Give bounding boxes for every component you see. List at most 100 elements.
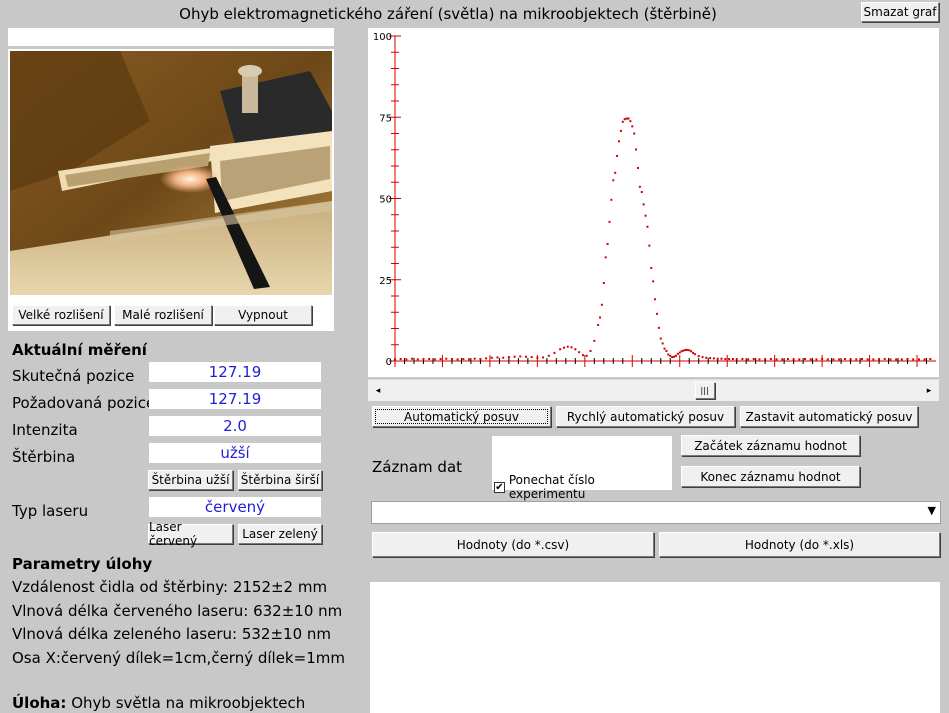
keep-number-checkbox[interactable]: ✔ <box>494 481 505 493</box>
data-point <box>542 356 545 359</box>
export-xls-button[interactable]: Hodnoty (do *.xls) <box>659 532 940 557</box>
data-point <box>616 154 619 157</box>
laser-type-value: červený <box>149 497 321 517</box>
data-point <box>720 357 723 360</box>
data-point <box>456 358 459 361</box>
data-point <box>883 358 886 361</box>
stop-auto-move-button[interactable]: Zastavit automatický posuv <box>740 406 918 427</box>
data-point <box>912 358 915 361</box>
data-point <box>428 358 431 361</box>
parameter-axis-scale: Osa X:červený dílek=1cm,černý dílek=1mm <box>12 649 345 667</box>
data-point <box>570 346 573 349</box>
laser-red-button[interactable]: Laser červený <box>148 520 233 548</box>
slit-narrow-button[interactable]: Štěrbina užší <box>148 470 233 490</box>
task-label: Úloha: <box>12 694 67 712</box>
intensity-chart: 100 75 50 25 0 <box>368 28 939 377</box>
data-point <box>832 358 835 361</box>
requested-position-value[interactable]: 127.19 <box>149 389 321 409</box>
data-point <box>640 191 643 193</box>
data-point <box>636 166 639 169</box>
data-point <box>405 358 408 361</box>
data-point <box>775 358 778 361</box>
data-point <box>889 358 892 361</box>
start-record-button[interactable]: Začátek záznamu hodnot <box>681 435 860 456</box>
data-point <box>581 354 584 357</box>
fast-auto-move-button[interactable]: Rychlý automatický posuv <box>556 406 735 427</box>
data-point <box>399 358 402 361</box>
data-point <box>688 349 691 352</box>
data-point <box>621 120 624 123</box>
data-point <box>614 171 617 174</box>
chart-scrollbar[interactable]: ◂ ▸ ||| <box>368 379 939 401</box>
data-point <box>496 356 499 359</box>
small-resolution-button[interactable]: Malé rozlišení <box>114 305 212 325</box>
data-point <box>906 358 909 361</box>
intensity-label: Intenzita <box>12 421 78 439</box>
chevron-down-icon[interactable]: ▼ <box>928 504 936 517</box>
clear-graph-button[interactable]: Smazat graf <box>861 2 939 22</box>
scroll-left-icon[interactable]: ◂ <box>368 380 388 401</box>
data-point <box>462 358 465 361</box>
data-point <box>642 203 645 206</box>
y-tick-label: 75 <box>379 113 392 124</box>
large-resolution-button[interactable]: Velké rozlišení <box>12 305 110 325</box>
data-point <box>610 198 613 201</box>
data-point <box>553 351 556 354</box>
auto-move-button[interactable]: Automatický posuv <box>372 406 551 427</box>
experiment-dropdown[interactable]: ▼ <box>371 501 941 524</box>
scroll-right-icon[interactable]: ▸ <box>919 380 939 401</box>
window-title: Ohyb elektromagnetického záření (světla)… <box>179 5 717 23</box>
export-csv-button[interactable]: Hodnoty (do *.csv) <box>372 532 654 557</box>
data-point <box>547 354 550 357</box>
data-point <box>690 350 693 353</box>
data-point <box>747 358 750 361</box>
data-point <box>530 356 533 359</box>
data-point <box>536 356 539 359</box>
data-point <box>764 358 767 361</box>
data-point <box>513 355 516 358</box>
data-point <box>821 358 824 361</box>
data-point <box>900 358 903 361</box>
data-point <box>929 358 932 361</box>
data-point <box>692 351 695 354</box>
keep-number-label: Ponechat číslo experimentu <box>508 473 595 501</box>
end-record-button[interactable]: Konec záznamu hodnot <box>681 466 860 487</box>
data-point <box>593 339 596 342</box>
record-label: Záznam dat <box>372 458 463 476</box>
data-point <box>669 354 672 357</box>
data-point <box>578 351 581 354</box>
data-point <box>502 356 505 359</box>
data-point <box>445 357 448 360</box>
data-point <box>674 354 677 357</box>
scroll-thumb[interactable]: ||| <box>694 382 715 399</box>
data-point <box>667 353 670 356</box>
data-point <box>878 358 881 361</box>
laser-green-button[interactable]: Laser zelený <box>238 524 322 544</box>
camera-feed-image <box>10 51 332 295</box>
data-point <box>705 356 708 359</box>
y-tick-label: 100 <box>373 32 392 43</box>
camera-off-button[interactable]: Vypnout <box>214 305 312 325</box>
data-point <box>849 358 852 361</box>
data-point <box>490 356 493 359</box>
data-point <box>716 357 719 360</box>
data-point <box>439 358 442 361</box>
data-point <box>917 358 920 361</box>
data-point <box>724 358 727 361</box>
data-point <box>602 282 605 284</box>
data-point <box>479 358 482 361</box>
data-point <box>792 358 795 361</box>
actual-position-value: 127.19 <box>149 362 321 382</box>
data-point <box>678 351 681 354</box>
data-point <box>855 358 858 361</box>
data-point <box>562 346 565 349</box>
data-point <box>646 225 649 228</box>
data-point <box>872 358 875 361</box>
parameters-heading: Parametry úlohy <box>12 555 153 573</box>
slit-wide-button[interactable]: Štěrbina širší <box>238 470 322 490</box>
data-point <box>786 358 789 361</box>
data-point <box>485 357 488 360</box>
data-point <box>693 353 696 356</box>
data-point <box>635 148 638 151</box>
data-point <box>524 355 527 358</box>
